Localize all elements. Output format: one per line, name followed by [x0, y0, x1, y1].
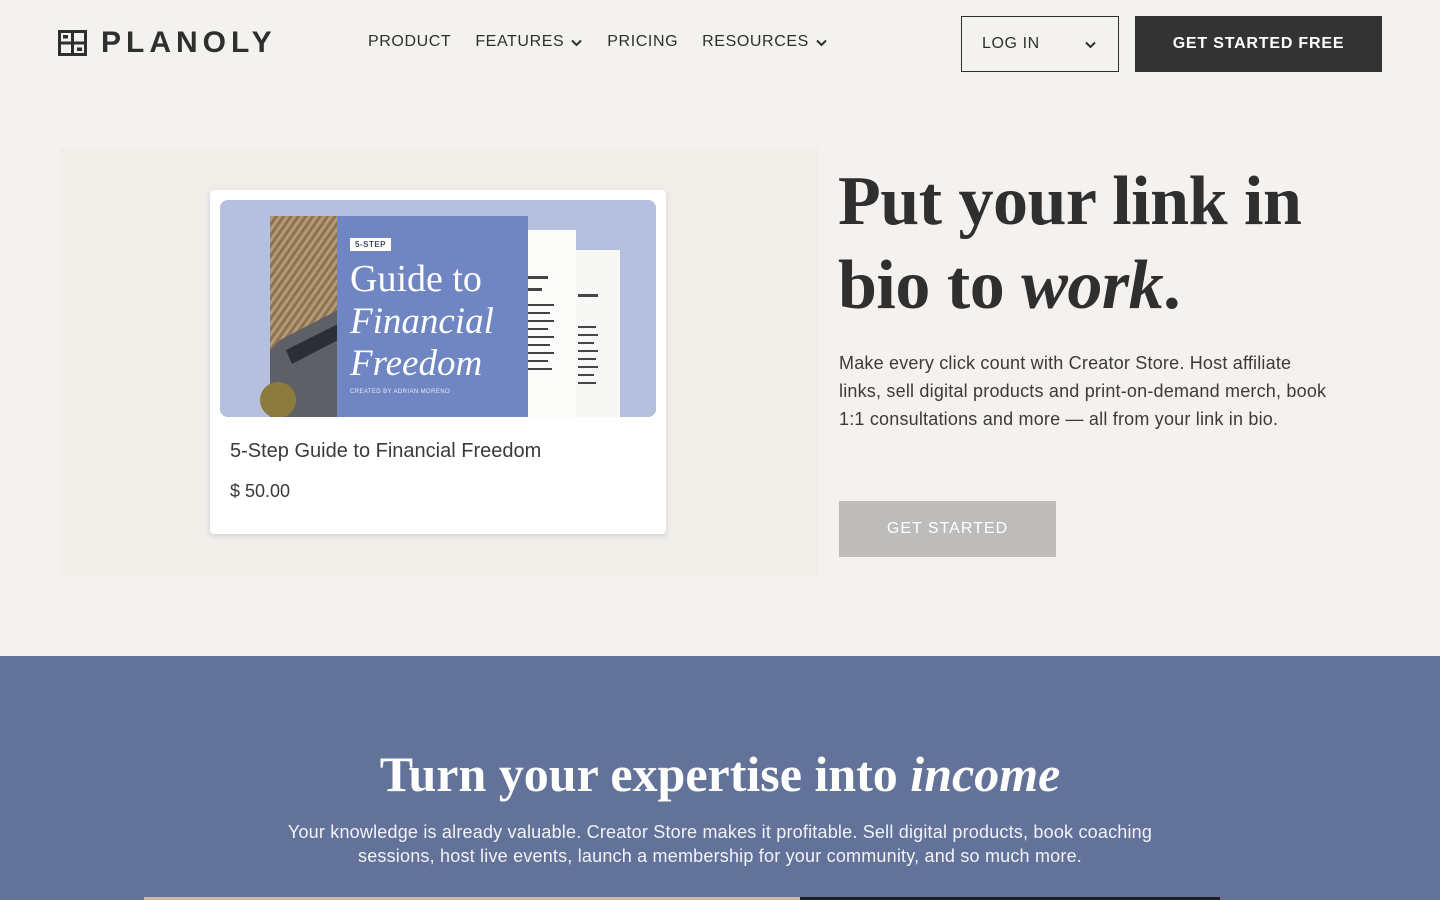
planoly-wordmark: PLANOLY: [101, 26, 277, 59]
section-description: Your knowledge is already valuable. Crea…: [287, 822, 1153, 866]
chevron-down-icon: [816, 39, 827, 46]
nav-item-label: RESOURCES: [702, 33, 809, 50]
product-title: 5-Step Guide to Financial Freedom: [230, 440, 542, 462]
hero-visual: 5-STEP Guide to Financial Freedom CREATE…: [60, 148, 818, 576]
nav-item-label: PRODUCT: [368, 33, 452, 50]
login-dropdown-button[interactable]: LOG IN: [961, 16, 1119, 72]
nav-item-label: FEATURES: [475, 33, 565, 50]
main-nav: PRODUCT FEATURES PRICING RESOURCES: [368, 31, 828, 53]
product-cover-image: 5-STEP Guide to Financial Freedom CREATE…: [220, 200, 656, 417]
get-started-free-button[interactable]: GET STARTED FREE: [1135, 16, 1382, 72]
section-title: Turn your expertise into income: [0, 744, 1440, 804]
chevron-down-icon: [1085, 41, 1096, 48]
get-started-button[interactable]: GET STARTED: [839, 501, 1056, 557]
expertise-section: Turn your expertise into income Your kno…: [0, 656, 1440, 900]
planoly-logo-icon: [58, 30, 87, 56]
hero-title-emphasis: work: [1021, 247, 1164, 324]
product-card[interactable]: 5-STEP Guide to Financial Freedom CREATE…: [210, 190, 666, 534]
cover-line-3: Freedom: [350, 343, 483, 384]
nav-item-pricing[interactable]: PRICING: [607, 31, 678, 53]
section-title-emphasis: income: [910, 746, 1061, 802]
hero-title: Put your link in bio to work.: [838, 160, 1398, 328]
product-price: $ 50.00: [230, 481, 291, 501]
nav-item-resources[interactable]: RESOURCES: [702, 31, 828, 53]
login-label: LOG IN: [982, 35, 1040, 52]
hero-description: Make every click count with Creator Stor…: [839, 353, 1327, 429]
hero-title-end: .: [1163, 247, 1181, 324]
site-header: PLANOLY PRODUCT FEATURES PRICING RESOURC…: [0, 0, 1440, 88]
nav-item-product[interactable]: PRODUCT: [368, 31, 451, 53]
cover-tag: 5-STEP: [350, 238, 392, 251]
planoly-logo[interactable]: PLANOLY: [58, 26, 277, 59]
chevron-down-icon: [571, 39, 582, 46]
section-title-text: Turn your expertise into: [379, 746, 911, 802]
nav-item-label: PRICING: [607, 33, 679, 50]
cover-credit: CREATED BY ADRIAN MORENO: [350, 389, 451, 395]
cover-line-2: Financial: [350, 301, 494, 342]
cover-line-1: Guide to: [350, 258, 482, 300]
nav-item-features[interactable]: FEATURES: [475, 31, 583, 53]
